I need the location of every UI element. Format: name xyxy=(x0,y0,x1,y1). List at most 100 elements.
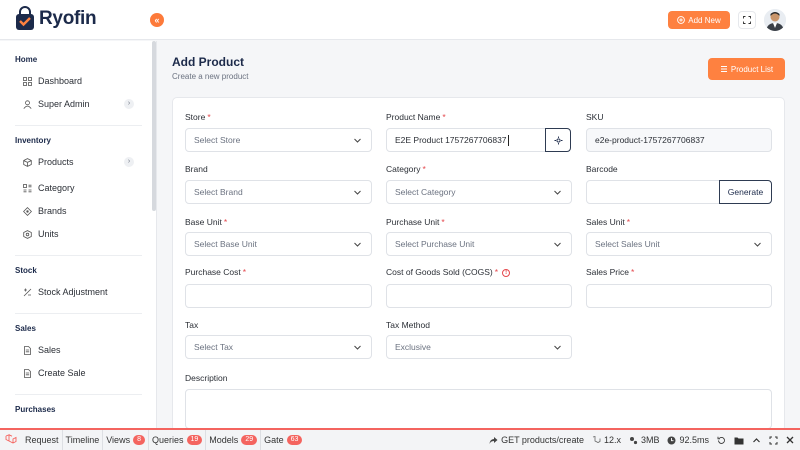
base-unit-select[interactable]: Select Base Unit xyxy=(185,232,372,256)
add-new-label: Add New xyxy=(688,15,721,25)
cogs-icon xyxy=(629,436,638,444)
chevron-right-icon[interactable]: › xyxy=(124,157,134,167)
debug-time: 92.5ms xyxy=(667,435,709,445)
debug-bar: Request Timeline Views 8 Queries 19 Models… xyxy=(0,428,800,450)
debug-memory-label: 3MB xyxy=(640,435,660,445)
sidebar-item-label: Units xyxy=(38,229,59,239)
category-select[interactable]: Select Category xyxy=(386,180,572,204)
brand-icon xyxy=(23,206,32,216)
sidebar-item-dashboard[interactable]: Dashboard xyxy=(23,74,82,88)
sales-unit-label: Sales Unit * xyxy=(586,217,631,227)
debug-route[interactable]: GET products/create xyxy=(489,435,584,445)
sidebar-collapse-button[interactable]: « xyxy=(150,13,164,27)
debug-tab-gate[interactable]: Gate 63 xyxy=(261,430,305,450)
sku-input[interactable]: e2e-product-1757267706837 xyxy=(586,128,772,152)
store-label: Store * xyxy=(185,112,211,122)
debug-tab-models[interactable]: Models 29 xyxy=(206,430,262,450)
document-icon xyxy=(23,345,32,355)
product-name-label: Product Name * xyxy=(386,112,446,122)
folder-icon[interactable] xyxy=(734,436,744,445)
generate-slug-button[interactable] xyxy=(545,128,571,152)
box-icon xyxy=(23,157,32,167)
page-subtitle: Create a new product xyxy=(172,72,249,81)
page-title: Add Product xyxy=(172,55,244,69)
adjust-icon xyxy=(23,288,32,297)
generate-barcode-button[interactable]: Generate xyxy=(719,180,772,204)
cogs-input[interactable] xyxy=(386,284,572,308)
add-new-button[interactable]: Add New xyxy=(668,11,730,29)
fullscreen-button[interactable] xyxy=(738,11,756,29)
list-icon xyxy=(720,66,727,72)
sidebar-item-category[interactable]: Category xyxy=(23,181,75,195)
debug-tab-views[interactable]: Views 8 xyxy=(103,430,149,450)
laravel-icon[interactable] xyxy=(0,434,22,446)
purchase-cost-input[interactable] xyxy=(185,284,372,308)
product-name-input[interactable]: E2E Product 1757267706837 xyxy=(386,128,546,152)
tax-select[interactable]: Select Tax xyxy=(185,335,372,359)
debug-tab-label: Models xyxy=(209,435,239,445)
purchase-cost-label: Purchase Cost * xyxy=(185,267,247,277)
sidebar-item-products[interactable]: Products xyxy=(23,155,74,169)
debug-tab-timeline[interactable]: Timeline xyxy=(63,430,104,450)
user-avatar[interactable] xyxy=(764,9,786,31)
sales-unit-select[interactable]: Select Sales Unit xyxy=(586,232,772,256)
chevron-down-icon xyxy=(554,242,561,247)
sidebar-divider xyxy=(15,255,142,256)
sidebar-item-create-sale[interactable]: Create Sale xyxy=(23,366,86,380)
chevron-down-icon xyxy=(754,242,761,247)
barcode-input[interactable] xyxy=(586,180,720,204)
sidebar-item-label: Create Sale xyxy=(38,368,86,378)
tax-select-value: Select Tax xyxy=(194,342,234,352)
store-select[interactable]: Select Store xyxy=(185,128,372,152)
sidebar-item-label: Products xyxy=(38,157,74,167)
document-icon xyxy=(23,368,32,378)
sidebar-item-label: Stock Adjustment xyxy=(38,287,108,297)
sidebar-scrollbar[interactable] xyxy=(152,41,156,211)
debug-tab-label: Gate xyxy=(264,435,284,445)
product-list-button[interactable]: Product List xyxy=(708,58,785,80)
history-icon[interactable] xyxy=(717,436,726,445)
debug-memory: 3MB xyxy=(629,435,660,445)
debug-metrics: GET products/create 12.x 3MB 92.5ms xyxy=(489,430,794,450)
sales-unit-select-value: Select Sales Unit xyxy=(595,239,660,249)
sidebar-item-sales[interactable]: Sales xyxy=(23,343,61,357)
count-badge: 63 xyxy=(286,435,303,445)
description-textarea[interactable] xyxy=(185,389,772,429)
purchase-unit-select[interactable]: Select Purchase Unit xyxy=(386,232,572,256)
base-unit-label: Base Unit * xyxy=(185,217,228,227)
sales-price-input[interactable] xyxy=(586,284,772,308)
chevron-down-icon xyxy=(354,138,361,143)
brand-label: Brand xyxy=(185,164,208,174)
debug-version: 12.x xyxy=(592,435,621,445)
text-cursor xyxy=(507,134,509,146)
sidebar-item-stock-adjustment[interactable]: Stock Adjustment xyxy=(23,285,108,299)
info-icon[interactable]: ! xyxy=(502,268,511,277)
section-inventory: Inventory xyxy=(15,136,52,145)
sidebar-item-super-admin[interactable]: Super Admin xyxy=(23,97,90,111)
purchase-unit-label: Purchase Unit * xyxy=(386,217,445,227)
sidebar-item-label: Dashboard xyxy=(38,76,83,86)
brand-select[interactable]: Select Brand xyxy=(185,180,372,204)
chevron-down-icon xyxy=(354,190,361,195)
tax-method-label: Tax Method xyxy=(386,320,430,330)
sidebar-item-label: Super Admin xyxy=(38,99,90,109)
expand-icon[interactable] xyxy=(769,436,778,445)
sidebar-divider xyxy=(15,125,142,126)
debug-tab-request[interactable]: Request xyxy=(22,430,63,450)
grid-icon xyxy=(23,76,32,86)
brand-name: Ryofin xyxy=(39,8,97,29)
sidebar-item-label: Sales xyxy=(38,345,61,355)
sidebar-item-brands[interactable]: Brands xyxy=(23,204,67,218)
chevron-up-icon[interactable] xyxy=(752,436,761,445)
tax-method-select[interactable]: Exclusive xyxy=(386,335,572,359)
category-select-value: Select Category xyxy=(395,187,456,197)
product-list-label: Product List xyxy=(730,64,774,74)
debug-tab-label: Views xyxy=(106,435,131,445)
chevron-right-icon[interactable]: › xyxy=(124,99,134,109)
sidebar: Home Dashboard Super Admin › Inventory P… xyxy=(0,41,157,428)
debug-tab-queries[interactable]: Queries 19 xyxy=(149,430,207,450)
brand-logo[interactable]: Ryofin xyxy=(14,6,97,32)
purchase-unit-select-value: Select Purchase Unit xyxy=(395,239,475,249)
sidebar-item-units[interactable]: Units xyxy=(23,227,59,241)
close-icon[interactable] xyxy=(786,436,794,444)
